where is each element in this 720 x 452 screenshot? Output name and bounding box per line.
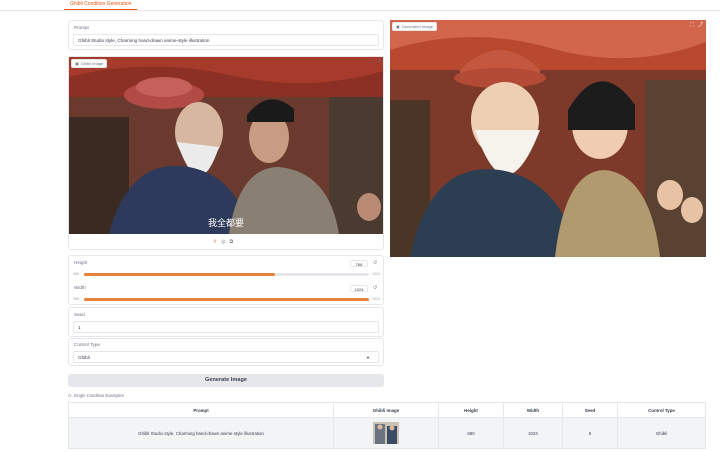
- image-icon: ▣: [396, 24, 400, 29]
- col-header-seed: Seed: [562, 402, 618, 418]
- generated-image-label: ▣ Generated Image: [392, 22, 437, 31]
- prompt-label: Prompt: [74, 25, 89, 30]
- height-min: 256: [73, 272, 79, 276]
- height-label: Height: [74, 260, 88, 265]
- height-slider-fill: [84, 273, 275, 276]
- cell-height: 680: [438, 417, 504, 449]
- example-thumbnail[interactable]: [373, 422, 399, 444]
- col-header-width: Width: [503, 402, 563, 418]
- clipboard-icon[interactable]: ⧉: [230, 239, 234, 245]
- height-number-input[interactable]: 768: [350, 260, 368, 267]
- table-header-row: Prompt Ghibli Image Height Width Seed Co…: [68, 402, 706, 418]
- close-icon[interactable]: ✕: [377, 59, 381, 65]
- examples-table: Prompt Ghibli Image Height Width Seed Co…: [68, 402, 706, 449]
- image-icon: ▣: [75, 61, 79, 66]
- col-header-height: Height: [438, 402, 504, 418]
- width-slider[interactable]: [84, 298, 369, 301]
- image-source-toolbar: ⇧ ◎ ⧉: [213, 239, 233, 245]
- prompt-block: Prompt Ghibli Studio style, Charming han…: [68, 20, 384, 50]
- prompt-input[interactable]: Ghibli Studio style, Charming hand-drawn…: [73, 34, 379, 46]
- generate-image-button[interactable]: Generate Image: [68, 374, 384, 387]
- col-header-prompt: Prompt: [68, 402, 334, 418]
- generated-image: [390, 20, 706, 257]
- seed-input[interactable]: 1: [73, 321, 379, 333]
- upload-icon[interactable]: ⇧: [213, 239, 217, 245]
- width-number-input[interactable]: 1024: [350, 285, 368, 292]
- table-row[interactable]: Ghibli Studio style, Charming hand-drawn…: [68, 417, 706, 449]
- input-image-subtitle: 我全都要: [207, 219, 244, 229]
- col-header-control-type: Control Type: [617, 402, 706, 418]
- fullscreen-icon[interactable]: ⛶: [690, 22, 694, 28]
- input-image: [69, 57, 383, 234]
- input-image-block: 我全都要 ▣ Ghibli Image ⛶ ✕ ⇧ ◎ ⧉: [68, 56, 384, 250]
- control-type-label: Control Type: [74, 342, 100, 347]
- width-reset-icon[interactable]: ↺: [373, 285, 377, 291]
- input-image-label: ▣ Ghibli Image: [71, 59, 108, 68]
- generated-image-label-text: Generated Image: [401, 24, 433, 29]
- examples-icon: ☷: [68, 393, 72, 398]
- seed-label: Seed: [74, 312, 85, 317]
- tab-ghibli-condition-generation[interactable]: Ghibli Condition Generation: [64, 0, 138, 10]
- tab-bar: Ghibli Condition Generation: [0, 0, 720, 11]
- width-slider-fill: [84, 298, 369, 301]
- height-max: 1024: [372, 272, 380, 276]
- input-image-label-text: Ghibli Image: [80, 61, 104, 66]
- cell-width: 1024: [503, 417, 563, 449]
- dimensions-block: Height 768 ↺ 256 1024 Width 1024 ↺ 256 1…: [68, 255, 384, 305]
- chevron-down-icon: ▼: [366, 355, 370, 360]
- generated-image-block: ▣ Generated Image ⛶ ⤴: [390, 20, 706, 257]
- examples-label: Single Condition Examples: [73, 393, 124, 398]
- fullscreen-icon[interactable]: ⛶: [369, 59, 373, 65]
- width-min: 256: [73, 297, 79, 301]
- cell-ghibli-image: [333, 417, 439, 449]
- seed-block: Seed 1: [68, 307, 384, 337]
- width-label: Width: [74, 285, 86, 290]
- cell-seed: 5: [562, 417, 618, 449]
- height-reset-icon[interactable]: ↺: [373, 260, 377, 266]
- col-header-ghibli-image: Ghibli Image: [333, 402, 439, 418]
- cell-prompt: Ghibli Studio style, Charming hand-drawn…: [68, 417, 334, 449]
- control-type-block: Control Type Ghibli ▼: [68, 338, 384, 366]
- cell-control-type: Ghibli: [617, 417, 706, 449]
- share-icon[interactable]: ⤴: [698, 22, 703, 28]
- webcam-icon[interactable]: ◎: [221, 239, 225, 245]
- control-type-select[interactable]: Ghibli ▼: [73, 351, 379, 363]
- height-slider[interactable]: [84, 273, 369, 276]
- examples-header[interactable]: ☷ Single Condition Examples: [68, 393, 124, 398]
- width-max: 1024: [372, 297, 380, 301]
- control-type-value: Ghibli: [78, 355, 90, 360]
